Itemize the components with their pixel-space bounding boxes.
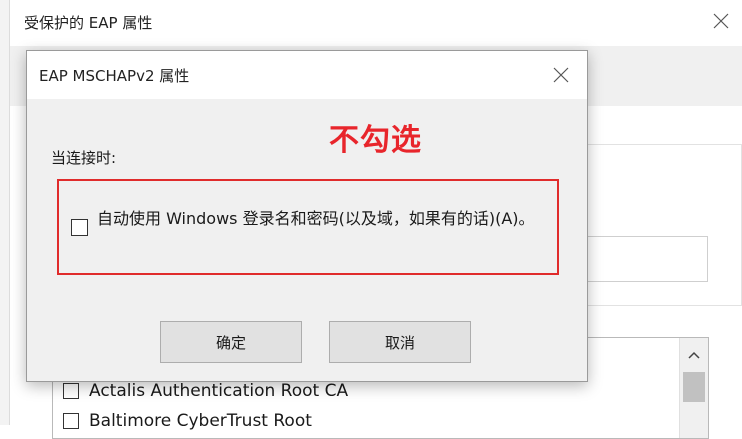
auto-use-windows-logon-checkbox[interactable] — [71, 219, 88, 236]
certificate-label: Actalis Authentication Root CA — [89, 381, 349, 401]
chevron-up-icon[interactable] — [686, 348, 702, 362]
dialog-title: EAP MSCHAPv2 属性 — [39, 67, 190, 85]
close-icon[interactable] — [710, 10, 732, 32]
cancel-button[interactable]: 取消 — [329, 321, 471, 363]
auto-use-windows-logon-label[interactable]: 自动使用 Windows 登录名和密码(以及域，如果有的话)(A)。 — [97, 208, 567, 230]
ok-button[interactable]: 确定 — [160, 321, 302, 363]
scrollbar-thumb[interactable] — [683, 372, 705, 402]
window-title: 受保护的 EAP 属性 — [24, 14, 153, 32]
certificate-checkbox[interactable] — [63, 413, 79, 429]
list-item[interactable]: Baltimore CyberTrust Root — [63, 408, 312, 434]
certificate-label: Baltimore CyberTrust Root — [89, 411, 312, 431]
vertical-scrollbar[interactable] — [679, 338, 708, 438]
window-left-edge — [0, 0, 10, 425]
dialog-titlebar: EAP MSCHAPv2 属性 — [27, 51, 587, 99]
dialog-footer — [27, 315, 587, 381]
certificate-checkbox[interactable] — [63, 383, 79, 399]
eap-mschapv2-properties-dialog: EAP MSCHAPv2 属性 不勾选 当连接时: 自动使用 Windows 登… — [26, 50, 588, 382]
annotation-do-not-check: 不勾选 — [329, 123, 422, 158]
when-connecting-label: 当连接时: — [51, 149, 117, 167]
close-icon[interactable] — [550, 64, 572, 86]
